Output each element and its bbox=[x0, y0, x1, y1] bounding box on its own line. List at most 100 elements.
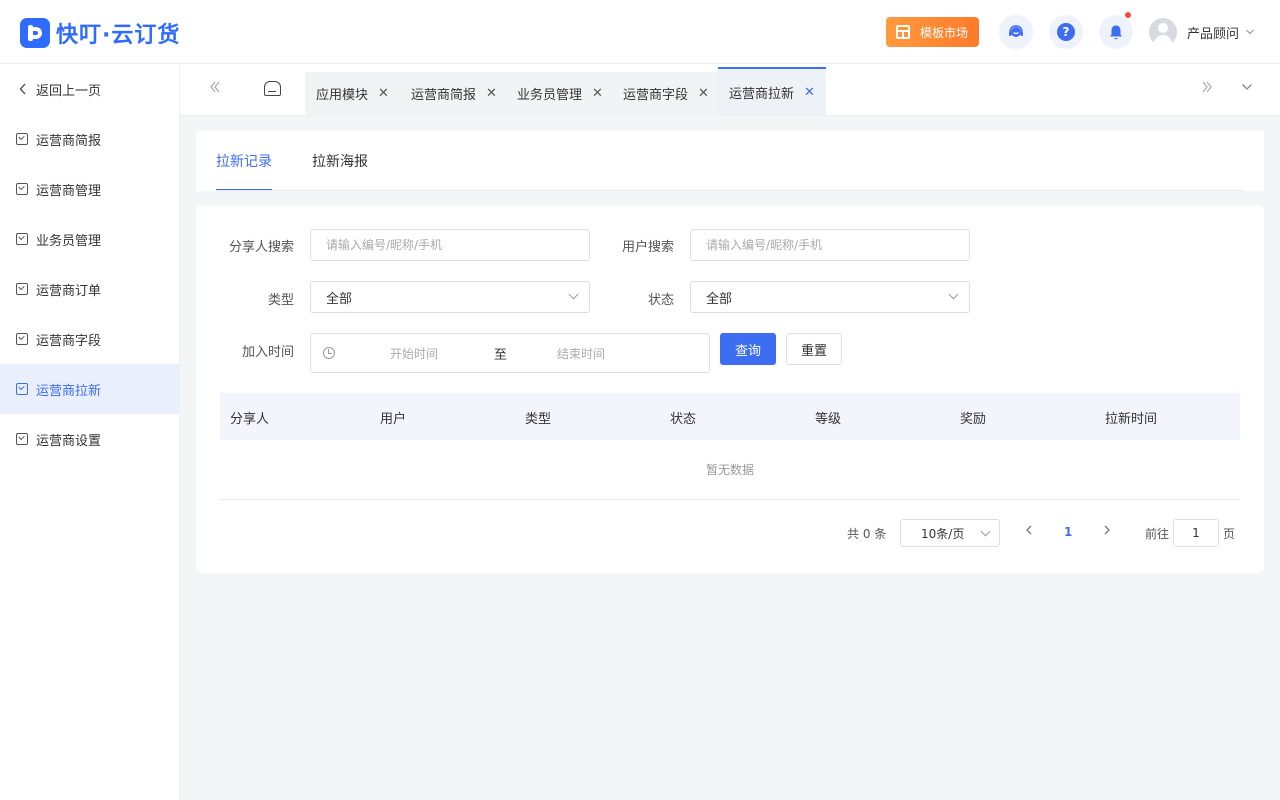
status-select-value: 全部 bbox=[706, 291, 733, 307]
user-name: 产品顾问 bbox=[1187, 26, 1240, 42]
help-icon: ? bbox=[1057, 23, 1075, 41]
sidebar-item-operator-fields[interactable]: 运营商字段 bbox=[0, 314, 179, 364]
column-header: 用户 bbox=[380, 412, 407, 427]
close-icon[interactable]: ✕ bbox=[592, 86, 603, 101]
status-label: 状态 bbox=[647, 293, 674, 308]
menu-check-icon bbox=[16, 433, 28, 445]
goto-page-input[interactable] bbox=[1173, 519, 1219, 547]
tab-label: 运营商拉新 bbox=[729, 86, 795, 102]
type-select[interactable]: 全部 bbox=[310, 281, 590, 313]
double-right-icon[interactable] bbox=[1201, 80, 1213, 94]
goto-suffix: 页 bbox=[1223, 527, 1236, 541]
end-time-input[interactable]: 结束时间 bbox=[557, 345, 605, 362]
sidebar-item-label: 运营商简报 bbox=[36, 133, 102, 149]
sidebar-item-salesman-management[interactable]: 业务员管理 bbox=[0, 214, 179, 264]
menu-check-icon bbox=[16, 233, 28, 245]
page-number-current[interactable]: 1 bbox=[1064, 525, 1072, 539]
double-left-icon[interactable] bbox=[209, 80, 221, 94]
sidebar-item-operator-settings[interactable]: 运营商设置 bbox=[0, 414, 179, 464]
user-search-label: 用户搜索 bbox=[621, 240, 674, 255]
chevron-down-icon bbox=[568, 289, 579, 300]
range-separator: 至 bbox=[494, 348, 508, 363]
join-time-range-picker[interactable]: 开始时间 至 结束时间 bbox=[310, 333, 710, 373]
tab-label: 应用模块 bbox=[316, 88, 369, 103]
bell-icon bbox=[1110, 25, 1122, 39]
page-size-value: 10条/页 bbox=[921, 526, 965, 541]
status-select[interactable]: 全部 bbox=[690, 281, 970, 313]
template-market-label: 模板市场 bbox=[920, 25, 969, 40]
menu-check-icon bbox=[16, 333, 28, 345]
market-icon bbox=[896, 25, 910, 39]
tab-operator-brief[interactable]: 运营商简报 ✕ bbox=[400, 72, 508, 115]
tab-label: 运营商字段 bbox=[623, 88, 689, 103]
type-select-value: 全部 bbox=[326, 291, 353, 307]
sidebar-item-operator-management[interactable]: 运营商管理 bbox=[0, 164, 179, 214]
close-icon[interactable]: ✕ bbox=[698, 86, 709, 101]
close-icon[interactable]: ✕ bbox=[486, 86, 497, 101]
tab-referral-poster[interactable]: 拉新海报 bbox=[312, 151, 368, 191]
menu-check-icon bbox=[16, 133, 28, 145]
user-menu[interactable]: 产品顾问 bbox=[1149, 18, 1255, 46]
column-header: 类型 bbox=[525, 412, 552, 427]
template-market-button[interactable]: 模板市场 bbox=[886, 17, 979, 47]
pagination-total: 共 0 条 bbox=[847, 527, 887, 541]
tab-label: 运营商简报 bbox=[411, 88, 477, 103]
service-icon bbox=[1009, 25, 1023, 37]
notification-button[interactable] bbox=[1099, 12, 1133, 49]
page-size-select[interactable]: 10条/页 bbox=[900, 519, 1000, 547]
top-header: 快叮·云订货 模板市场 ? 产品顾问 bbox=[0, 0, 1280, 64]
close-icon[interactable]: ✕ bbox=[804, 85, 815, 100]
menu-check-icon bbox=[16, 383, 28, 395]
start-time-input[interactable]: 开始时间 bbox=[390, 345, 438, 362]
tab-operator-fields[interactable]: 运营商字段 ✕ bbox=[612, 72, 720, 115]
chevron-right-icon[interactable] bbox=[1102, 523, 1112, 537]
tab-label: 业务员管理 bbox=[517, 88, 583, 103]
tab-operator-referral[interactable]: 运营商拉新 ✕ bbox=[718, 67, 826, 115]
join-time-label: 加入时间 bbox=[241, 345, 294, 360]
back-button[interactable]: 返回上一页 bbox=[0, 64, 179, 114]
sharer-search-input[interactable] bbox=[310, 229, 590, 261]
tab-app-modules[interactable]: 应用模块 ✕ bbox=[305, 72, 400, 115]
table-header: 分享人 用户 类型 状态 等级 奖励 拉新时间 bbox=[220, 393, 1240, 440]
goto-prefix: 前往 bbox=[1145, 527, 1170, 541]
column-header: 拉新时间 bbox=[1105, 412, 1158, 427]
main-card: 分享人搜索 用户搜索 类型 全部 状态 全部 加入时间 开始时间 至 结束时间 … bbox=[196, 205, 1264, 573]
page-tab-bar: 应用模块 ✕ 运营商简报 ✕ 业务员管理 ✕ 运营商字段 ✕ 运营商拉新 ✕ bbox=[180, 64, 1280, 116]
type-label: 类型 bbox=[267, 293, 294, 308]
tab-salesman-management[interactable]: 业务员管理 ✕ bbox=[506, 72, 614, 115]
tab-referral-records[interactable]: 拉新记录 bbox=[216, 151, 272, 191]
sidebar-item-label: 运营商设置 bbox=[36, 433, 102, 449]
menu-check-icon bbox=[16, 283, 28, 295]
logo[interactable]: 快叮·云订货 bbox=[20, 17, 180, 49]
sidebar-item-operator-referral[interactable]: 运营商拉新 bbox=[0, 364, 179, 414]
clock-icon bbox=[323, 347, 335, 359]
sidebar-item-operator-brief[interactable]: 运营商简报 bbox=[0, 114, 179, 164]
sidebar-item-label: 运营商字段 bbox=[36, 333, 102, 349]
reset-button[interactable]: 重置 bbox=[786, 333, 842, 365]
chevron-left-icon[interactable] bbox=[1024, 523, 1034, 537]
sidebar-item-operator-orders[interactable]: 运营商订单 bbox=[0, 264, 179, 314]
chevron-down-icon bbox=[980, 526, 991, 537]
sidebar-item-label: 业务员管理 bbox=[36, 233, 102, 249]
service-button[interactable] bbox=[999, 15, 1033, 49]
table-empty-state: 暂无数据 bbox=[220, 440, 1240, 500]
close-icon[interactable]: ✕ bbox=[378, 86, 389, 101]
column-header: 等级 bbox=[815, 412, 842, 427]
query-button[interactable]: 查询 bbox=[720, 333, 776, 365]
sharer-search-label: 分享人搜索 bbox=[228, 240, 294, 255]
user-search-input[interactable] bbox=[690, 229, 970, 261]
back-chevron-icon bbox=[19, 83, 26, 95]
column-header: 分享人 bbox=[230, 412, 270, 427]
home-icon[interactable] bbox=[264, 81, 281, 96]
notification-dot bbox=[1125, 12, 1131, 18]
sidebar-item-label: 运营商管理 bbox=[36, 183, 102, 199]
tabs-divider bbox=[216, 190, 1244, 191]
chevron-down-icon bbox=[948, 289, 959, 300]
menu-check-icon bbox=[16, 183, 28, 195]
logo-icon bbox=[20, 18, 50, 48]
chevron-down-icon[interactable] bbox=[1241, 82, 1253, 92]
help-button[interactable]: ? bbox=[1049, 15, 1083, 49]
chevron-down-icon bbox=[1246, 29, 1254, 35]
logo-text: 快叮·云订货 bbox=[56, 23, 181, 48]
back-label: 返回上一页 bbox=[36, 83, 102, 99]
